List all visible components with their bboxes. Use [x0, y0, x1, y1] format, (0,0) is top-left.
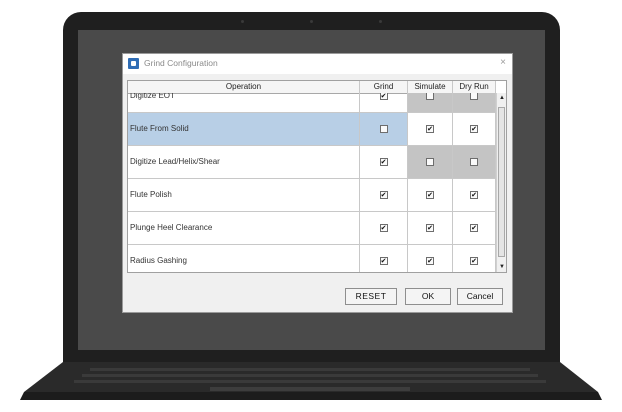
dry-run-checkbox[interactable] — [470, 257, 478, 265]
dialog-title: Grind Configuration — [144, 58, 218, 68]
dry-run-checkbox[interactable] — [470, 224, 478, 232]
close-button[interactable]: × — [500, 57, 506, 69]
scroll-thumb[interactable] — [498, 107, 505, 257]
vertical-scrollbar[interactable]: ▲ ▼ — [496, 93, 506, 272]
table-body: Digitize EOT Flute From Solid Digitize Lea… — [128, 93, 496, 272]
dry-run-checkbox[interactable] — [470, 191, 478, 199]
simulate-checkbox[interactable] — [426, 158, 434, 166]
table-row[interactable]: Flute Polish — [128, 179, 496, 212]
camera-dot — [310, 20, 313, 23]
simulate-checkbox[interactable] — [426, 224, 434, 232]
grind-checkbox[interactable] — [379, 224, 388, 232]
scroll-down-icon[interactable]: ▼ — [497, 262, 506, 272]
grind-checkbox[interactable] — [379, 125, 388, 133]
grind-checkbox[interactable] — [379, 158, 388, 166]
dry-run-checkbox[interactable] — [470, 93, 478, 100]
laptop-base — [0, 362, 622, 412]
simulate-cell — [408, 212, 453, 244]
table-row[interactable]: Radius Gashing — [128, 245, 496, 272]
scroll-up-icon[interactable]: ▲ — [497, 93, 506, 103]
operation-cell[interactable]: Flute Polish — [128, 179, 360, 211]
header-dry-run[interactable]: Dry Run — [453, 81, 496, 93]
cancel-button[interactable]: Cancel — [457, 288, 503, 305]
simulate-cell — [408, 146, 453, 178]
header-grind[interactable]: Grind — [360, 81, 408, 93]
simulate-checkbox[interactable] — [426, 93, 434, 100]
simulate-checkbox[interactable] — [426, 191, 434, 199]
grind-configuration-dialog: Grind Configuration × Operation Grind Si… — [122, 53, 513, 313]
simulate-cell — [408, 245, 453, 272]
grind-cell — [360, 179, 408, 211]
operation-cell[interactable]: Radius Gashing — [128, 245, 360, 272]
operation-label: Digitize Lead/Helix/Shear — [130, 157, 220, 166]
app-window-icon — [128, 58, 139, 69]
operation-label: Flute From Solid — [130, 124, 189, 133]
grind-checkbox[interactable] — [379, 93, 388, 100]
sensor-dot — [241, 20, 244, 23]
simulate-checkbox[interactable] — [426, 125, 434, 133]
grind-checkbox[interactable] — [379, 191, 388, 199]
operation-label: Digitize EOT — [130, 93, 175, 100]
grind-cell — [360, 245, 408, 272]
operation-cell[interactable]: Digitize EOT — [128, 93, 360, 112]
ok-button[interactable]: OK — [405, 288, 451, 305]
simulate-checkbox[interactable] — [426, 257, 434, 265]
dry-run-cell — [453, 93, 496, 112]
dry-run-cell — [453, 113, 496, 145]
table-row[interactable]: Flute From Solid — [128, 113, 496, 146]
grind-cell — [360, 146, 408, 178]
sensor-dot — [379, 20, 382, 23]
table-row[interactable]: Plunge Heel Clearance — [128, 212, 496, 245]
grind-cell — [360, 93, 408, 112]
grind-cell — [360, 212, 408, 244]
operation-label: Flute Polish — [130, 190, 172, 199]
operation-cell[interactable]: Plunge Heel Clearance — [128, 212, 360, 244]
simulate-cell — [408, 113, 453, 145]
dry-run-cell — [453, 179, 496, 211]
simulate-cell — [408, 93, 453, 112]
operation-cell[interactable]: Flute From Solid — [128, 113, 360, 145]
table-row[interactable]: Digitize EOT — [128, 93, 496, 113]
dry-run-cell — [453, 146, 496, 178]
grind-checkbox[interactable] — [379, 257, 388, 265]
grind-cell — [360, 113, 408, 145]
header-operation[interactable]: Operation — [128, 81, 360, 93]
reset-button[interactable]: RESET — [345, 288, 397, 305]
dry-run-cell — [453, 212, 496, 244]
operation-cell[interactable]: Digitize Lead/Helix/Shear — [128, 146, 360, 178]
dry-run-checkbox[interactable] — [470, 125, 478, 133]
operations-table: Operation Grind Simulate Dry Run Digitiz… — [127, 80, 507, 273]
dry-run-cell — [453, 245, 496, 272]
header-simulate[interactable]: Simulate — [408, 81, 453, 93]
table-row[interactable]: Digitize Lead/Helix/Shear — [128, 146, 496, 179]
simulate-cell — [408, 179, 453, 211]
dry-run-checkbox[interactable] — [470, 158, 478, 166]
operation-label: Plunge Heel Clearance — [130, 223, 213, 232]
title-bar: Grind Configuration × — [123, 54, 512, 74]
operation-label: Radius Gashing — [130, 256, 187, 265]
